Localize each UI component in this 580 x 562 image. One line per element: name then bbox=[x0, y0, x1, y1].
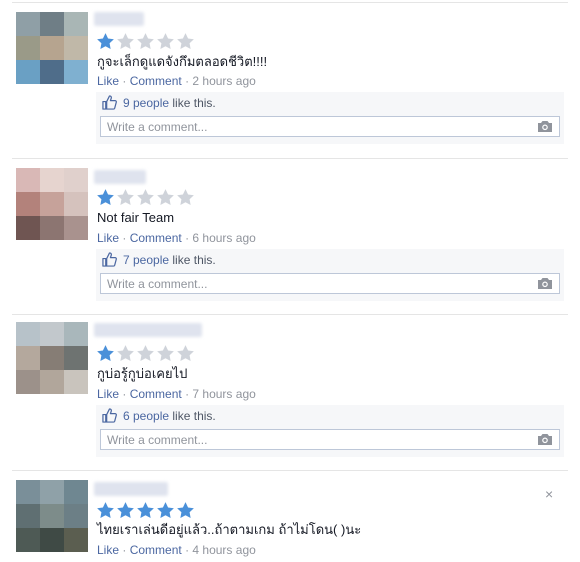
star-icon bbox=[97, 33, 114, 50]
star-icon bbox=[157, 33, 174, 50]
camera-icon[interactable] bbox=[537, 433, 553, 446]
star-icon bbox=[137, 189, 154, 206]
divider bbox=[12, 314, 568, 315]
comment-input[interactable] bbox=[101, 430, 527, 449]
comment-input[interactable] bbox=[101, 274, 527, 293]
thumbs-up-icon bbox=[102, 252, 117, 267]
star-icon bbox=[157, 189, 174, 206]
star-icon bbox=[137, 345, 154, 362]
star-icon bbox=[117, 189, 134, 206]
likes-count-link[interactable]: 9 people bbox=[123, 96, 169, 110]
thumbs-up-icon bbox=[102, 95, 117, 110]
comment-link[interactable]: Comment bbox=[130, 231, 182, 245]
likes-box: 9 people like this. bbox=[96, 92, 564, 144]
avatar[interactable] bbox=[16, 168, 88, 240]
timestamp[interactable]: 4 hours ago bbox=[192, 543, 255, 557]
separator: · bbox=[185, 74, 190, 88]
separator: · bbox=[185, 231, 190, 245]
star-rating bbox=[96, 344, 195, 362]
separator: · bbox=[122, 387, 127, 401]
comment-input[interactable] bbox=[101, 117, 527, 136]
likes-box: 6 people like this. bbox=[96, 405, 564, 457]
star-icon bbox=[177, 345, 194, 362]
likes-count-link[interactable]: 6 people bbox=[123, 409, 169, 423]
like-link[interactable]: Like bbox=[97, 231, 119, 245]
camera-icon[interactable] bbox=[537, 120, 553, 133]
thumbs-up-icon bbox=[102, 408, 117, 423]
review-text: กูจะเล็กดูแดจังกึมตลอดชีวิต!!!! bbox=[97, 54, 268, 69]
review-actions: Like · Comment · 6 hours ago bbox=[97, 231, 256, 245]
star-rating bbox=[96, 501, 195, 519]
star-icon bbox=[117, 345, 134, 362]
review-actions: Like · Comment · 4 hours ago bbox=[97, 543, 256, 557]
review-actions: Like · Comment · 7 hours ago bbox=[97, 387, 256, 401]
likes-suffix: like this. bbox=[172, 95, 216, 110]
divider bbox=[12, 158, 568, 159]
comment-box bbox=[100, 116, 560, 137]
star-icon bbox=[137, 502, 154, 519]
likes-box: 7 people like this. bbox=[96, 249, 564, 301]
star-icon bbox=[157, 502, 174, 519]
reviewer-name[interactable] bbox=[94, 12, 144, 26]
comment-box bbox=[100, 273, 560, 294]
star-icon bbox=[97, 189, 114, 206]
comment-link[interactable]: Comment bbox=[130, 74, 182, 88]
divider bbox=[12, 2, 568, 3]
avatar[interactable] bbox=[16, 322, 88, 394]
like-link[interactable]: Like bbox=[97, 74, 119, 88]
star-icon bbox=[97, 345, 114, 362]
separator: · bbox=[185, 543, 190, 557]
likes-line: 9 people like this. bbox=[102, 95, 216, 110]
likes-count-link[interactable]: 7 people bbox=[123, 253, 169, 267]
star-rating bbox=[96, 188, 195, 206]
avatar[interactable] bbox=[16, 480, 88, 552]
star-icon bbox=[157, 345, 174, 362]
reviewer-name[interactable] bbox=[94, 323, 202, 337]
review-text: กูบ่อรู้กูบ่อเคยไป bbox=[97, 366, 188, 381]
close-icon[interactable]: × bbox=[545, 486, 553, 502]
avatar[interactable] bbox=[16, 12, 88, 84]
timestamp[interactable]: 2 hours ago bbox=[192, 74, 255, 88]
star-icon bbox=[137, 33, 154, 50]
star-icon bbox=[177, 189, 194, 206]
timestamp[interactable]: 6 hours ago bbox=[192, 231, 255, 245]
likes-line: 6 people like this. bbox=[102, 408, 216, 423]
like-link[interactable]: Like bbox=[97, 387, 119, 401]
like-link[interactable]: Like bbox=[97, 543, 119, 557]
star-icon bbox=[177, 33, 194, 50]
divider bbox=[12, 470, 568, 471]
star-icon bbox=[117, 33, 134, 50]
star-icon bbox=[97, 502, 114, 519]
review-text: Not fair Team bbox=[97, 210, 175, 225]
comment-link[interactable]: Comment bbox=[130, 543, 182, 557]
camera-icon[interactable] bbox=[537, 277, 553, 290]
likes-suffix: like this. bbox=[172, 408, 216, 423]
reviewer-name[interactable] bbox=[94, 170, 146, 184]
comment-link[interactable]: Comment bbox=[130, 387, 182, 401]
separator: · bbox=[185, 387, 190, 401]
review-text: ไทยเราเล่นดีอยู่แล้ว..ถ้าตามเกม ถ้าไม่โด… bbox=[97, 522, 362, 537]
comment-box bbox=[100, 429, 560, 450]
reviewer-name[interactable] bbox=[94, 482, 168, 496]
star-icon bbox=[177, 502, 194, 519]
separator: · bbox=[122, 543, 127, 557]
likes-line: 7 people like this. bbox=[102, 252, 216, 267]
separator: · bbox=[122, 74, 127, 88]
review-actions: Like · Comment · 2 hours ago bbox=[97, 74, 256, 88]
separator: · bbox=[122, 231, 127, 245]
star-icon bbox=[117, 502, 134, 519]
star-rating bbox=[96, 32, 195, 50]
likes-suffix: like this. bbox=[172, 252, 216, 267]
timestamp[interactable]: 7 hours ago bbox=[192, 387, 255, 401]
